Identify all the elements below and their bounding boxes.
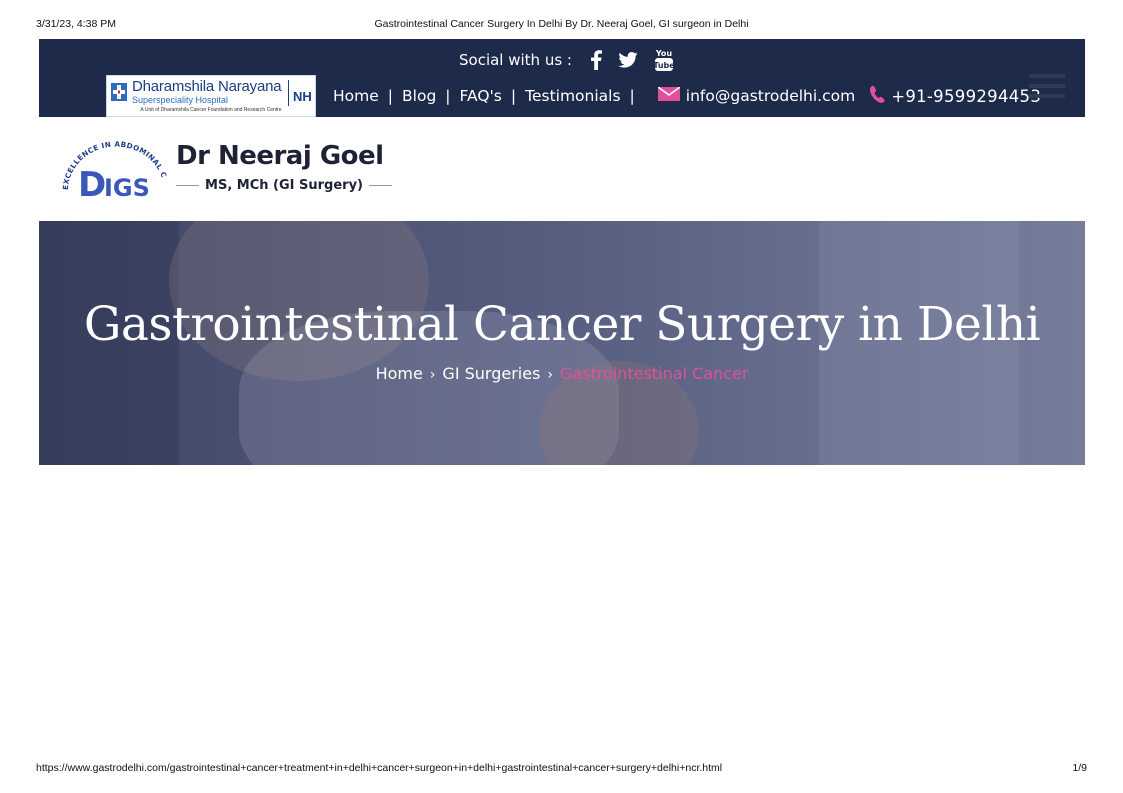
hospital-unit-line: A Unit of Dharamshila Cancer Foundation … — [140, 107, 282, 113]
facebook-icon[interactable] — [590, 50, 602, 70]
nav-testimonials[interactable]: Testimonials — [525, 87, 620, 105]
twitter-icon[interactable] — [618, 52, 638, 68]
hospital-subtitle: Superspeciality Hospital — [132, 95, 229, 105]
breadcrumb-gi-surgeries[interactable]: GI Surgeries — [442, 364, 540, 383]
nav-separator: | — [387, 87, 394, 105]
svg-text:Tube: Tube — [654, 61, 674, 70]
hamburger-icon[interactable] — [1029, 74, 1065, 98]
digs-logo: EXCELLENCE IN ABDOMINAL CARE D IGS — [58, 138, 168, 204]
nav-separator: | — [510, 87, 517, 105]
hospital-logo[interactable]: Dharamshila Narayana Superspeciality Hos… — [106, 75, 316, 117]
chevron-right-icon: › — [429, 367, 436, 383]
qualifications-row: MS, MCh (GI Surgery) — [176, 178, 393, 193]
youtube-icon[interactable]: You Tube — [654, 48, 674, 72]
nav-separator: | — [629, 87, 635, 105]
social-label: Social with us : — [459, 51, 572, 69]
nh-badge-text: NH — [293, 89, 312, 104]
nh-badge: NH — [288, 80, 312, 106]
top-bar: Social with us : You Tube Dharamshila Na… — [39, 39, 1085, 117]
svg-text:IGS: IGS — [104, 174, 150, 202]
print-url: https://www.gastrodelhi.com/gastrointest… — [36, 762, 723, 774]
breadcrumb-home[interactable]: Home — [376, 364, 423, 383]
svg-text:You: You — [655, 49, 673, 58]
mail-icon[interactable] — [657, 86, 681, 105]
phone-icon[interactable] — [869, 85, 885, 107]
print-page-number: 1/9 — [1072, 762, 1087, 774]
page-title: Gastrointestinal Cancer Surgery in Delhi — [83, 297, 1041, 352]
phone-link[interactable]: +91-9599294453 — [891, 87, 1041, 106]
social-links: Social with us : You Tube — [459, 49, 674, 71]
breadcrumb: Home › GI Surgeries › Gastrointestinal Cance… — [39, 364, 1085, 383]
svg-text:D: D — [78, 165, 106, 204]
qualifications: MS, MCh (GI Surgery) — [205, 178, 363, 193]
print-document-title: Gastrointestinal Cancer Surgery In Delhi… — [374, 18, 749, 30]
nav-faqs[interactable]: FAQ's — [460, 87, 502, 105]
doctor-name: Dr Neeraj Goel — [176, 141, 384, 171]
nav-home[interactable]: Home — [333, 87, 379, 105]
email-link[interactable]: info@gastrodelhi.com — [686, 87, 855, 105]
hero-banner: Gastrointestinal Cancer Surgery in Delhi… — [39, 221, 1085, 465]
brand-logo[interactable]: EXCELLENCE IN ABDOMINAL CARE D IGS Dr Ne… — [58, 138, 398, 204]
medical-cross-icon — [111, 83, 127, 101]
breadcrumb-current: Gastrointestinal Cancer — [560, 364, 749, 383]
nav-separator: | — [445, 87, 451, 105]
chevron-right-icon: › — [547, 367, 554, 383]
hospital-name: Dharamshila Narayana — [132, 78, 282, 95]
nav-blog[interactable]: Blog — [402, 87, 436, 105]
main-nav: Home | Blog | FAQ's | Testimonials | inf… — [333, 85, 1041, 107]
